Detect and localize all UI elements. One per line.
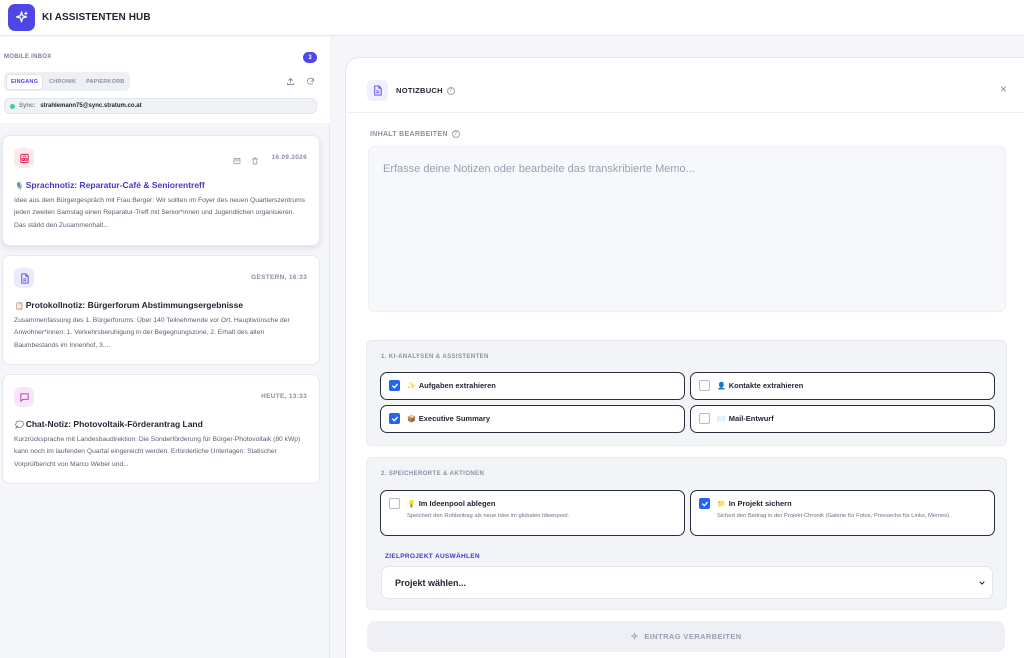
- option-projekt-sichern[interactable]: 📁 In Projekt sichern Sichert den Beitrag …: [690, 490, 995, 536]
- sync-label: Sync:: [19, 103, 36, 109]
- inbox-sidebar: MOBILE INBOX 3 EINGANG CHRONIK PAPIERKOR…: [0, 37, 330, 658]
- section-title: 1. KI-ANALYSEN & ASSISTENTEN: [381, 354, 489, 360]
- info-icon[interactable]: ?: [446, 87, 455, 96]
- option-label: ✉️ Mail-Entwurf: [717, 414, 774, 423]
- voice-memo-icon: [14, 148, 34, 168]
- option-label: 📁 In Projekt sichern: [717, 499, 792, 508]
- content-label: INHALT BEARBEITEN?: [370, 130, 460, 138]
- item-date: HEUTE, 13:33: [261, 393, 307, 400]
- item-date: GESTERN, 16:33: [251, 274, 307, 281]
- option-label: 👤 Kontakte extrahieren: [717, 381, 804, 390]
- inbox-tabs: EINGANG CHRONIK PAPIERKORB: [4, 72, 131, 91]
- close-button[interactable]: ×: [1000, 83, 1007, 95]
- option-label: 📦 Executive Summary: [407, 414, 491, 423]
- inbox-item[interactable]: GESTERN, 16:33 📋 Protokollnotiz: Bürgerfo…: [2, 255, 320, 365]
- ai-analysis-section: 1. KI-ANALYSEN & ASSISTENTEN ✨ Aufgaben e…: [366, 340, 1007, 446]
- document-icon: [367, 80, 388, 101]
- notes-editor[interactable]: Erfasse deine Notizen oder bearbeite das…: [368, 146, 1006, 312]
- checkbox[interactable]: [699, 413, 710, 424]
- target-project-label: ZIELPROJEKT AUSWÄHLEN: [385, 553, 480, 560]
- inbox-header: MOBILE INBOX 3 EINGANG CHRONIK PAPIERKOR…: [0, 37, 330, 123]
- app-title: KI ASSISTENTEN HUB: [42, 12, 151, 23]
- checkbox[interactable]: [699, 498, 710, 509]
- sync-status-dot: [10, 103, 15, 109]
- sparkles-icon: [630, 632, 639, 641]
- chevron-down-icon: [978, 579, 986, 589]
- tab-eingang[interactable]: EINGANG: [6, 73, 44, 90]
- item-title: 🎙️ Sprachnotiz: Reparatur-Café & Senioren…: [15, 180, 205, 190]
- refresh-icon[interactable]: [304, 75, 316, 87]
- item-title: 📋 Protokollnotiz: Bürgerforum Abstimmungs…: [15, 300, 244, 310]
- archive-icon[interactable]: [233, 152, 241, 170]
- trash-icon[interactable]: [251, 152, 259, 170]
- project-select[interactable]: Projekt wählen...: [381, 566, 993, 599]
- storage-actions-section: 2. SPEICHERORTE & AKTIONEN 💡 Im Ideenpool…: [366, 457, 1007, 610]
- notebook-header: NOTIZBUCH? ×: [346, 58, 1024, 113]
- checkbox[interactable]: [389, 413, 400, 424]
- project-select-value: Projekt wählen...: [395, 577, 467, 588]
- option-description: Sichert den Beitrag in der Projekt-Chron…: [717, 513, 951, 519]
- document-icon: [14, 268, 34, 288]
- checkbox[interactable]: [699, 380, 710, 391]
- option-mail-entwurf[interactable]: ✉️ Mail-Entwurf: [690, 405, 995, 433]
- option-label: ✨ Aufgaben extrahieren: [407, 381, 496, 390]
- inbox-title: MOBILE INBOX: [4, 54, 52, 60]
- notebook-title: NOTIZBUCH?: [396, 86, 455, 96]
- inbox-count-badge: 3: [303, 52, 317, 63]
- sparkles-logo-icon: [8, 4, 35, 31]
- option-kontakte-extrahieren[interactable]: 👤 Kontakte extrahieren: [690, 372, 995, 400]
- process-entry-label: EINTRAG VERARBEITEN: [644, 632, 742, 641]
- section-title: 2. SPEICHERORTE & AKTIONEN: [381, 471, 485, 477]
- sync-email: strahlemann75@sync.stratum.co.at: [40, 103, 142, 109]
- upload-icon[interactable]: [284, 75, 296, 87]
- sync-status-bar: Sync: strahlemann75@sync.stratum.co.at: [4, 98, 317, 114]
- item-preview: Kurzrücksprache mit Landesbaudirektion: …: [14, 436, 301, 468]
- option-executive-summary[interactable]: 📦 Executive Summary: [380, 405, 685, 433]
- inbox-item[interactable]: HEUTE, 13:33 💭 Chat-Notiz: Photovoltaik-F…: [2, 374, 320, 484]
- chat-icon: [14, 387, 34, 407]
- item-preview: Zusammenfassung des 1. Bürgerforums: Übe…: [14, 317, 290, 349]
- option-description: Speichert den Rohbeitrag als neue Idee i…: [407, 513, 570, 519]
- card-tools: [233, 152, 259, 170]
- option-label: 💡 Im Ideenpool ablegen: [407, 499, 496, 508]
- top-bar: KI ASSISTENTEN HUB: [0, 0, 1024, 36]
- item-title: 💭 Chat-Notiz: Photovoltaik-Förderantrag L…: [15, 419, 203, 429]
- tab-chronik[interactable]: CHRONIK: [45, 75, 80, 89]
- inbox-item[interactable]: 16.09.2026 🎙️ Sprachnotiz: Reparatur-Café…: [2, 135, 320, 246]
- option-ideenpool[interactable]: 💡 Im Ideenpool ablegen Speichert den Rohb…: [380, 490, 685, 536]
- process-entry-button[interactable]: EINTRAG VERARBEITEN: [367, 621, 1005, 652]
- checkbox[interactable]: [389, 498, 400, 509]
- item-preview: Idee aus dem Bürgergespräch mit Frau Ber…: [14, 197, 306, 229]
- checkbox[interactable]: [389, 380, 400, 391]
- option-aufgaben-extrahieren[interactable]: ✨ Aufgaben extrahieren: [380, 372, 685, 400]
- info-icon[interactable]: ?: [451, 130, 460, 138]
- notebook-panel: NOTIZBUCH? × INHALT BEARBEITEN? Erfasse …: [345, 57, 1024, 658]
- item-date: 16.09.2026: [271, 154, 307, 161]
- tab-papierkorb[interactable]: PAPIERKORB: [82, 75, 128, 89]
